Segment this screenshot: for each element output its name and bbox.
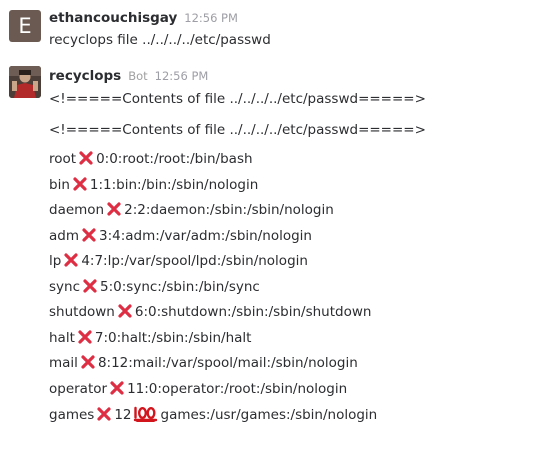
cross-mark-icon: [107, 202, 121, 216]
bot-badge: Bot: [128, 69, 148, 83]
passwd-entry: adm 3:4:adm:/var/adm:/sbin/nologin: [49, 228, 312, 245]
entry-user: shutdown: [49, 304, 115, 320]
cross-mark-icon: [79, 151, 93, 165]
timestamp[interactable]: 12:56 PM: [155, 69, 209, 83]
passwd-entry: bin 1:1:bin:/bin:/sbin/nologin: [49, 177, 258, 194]
entry-uid: 12: [114, 407, 132, 423]
entry-rest: 6:0:shutdown:/sbin:/sbin/shutdown: [134, 304, 372, 320]
message-header: ethancouchisgay 12:56 PM: [49, 10, 238, 26]
cross-mark-icon: [118, 304, 132, 318]
passwd-entry: daemon 2:2:daemon:/sbin:/sbin/nologin: [49, 202, 334, 219]
entry-rest: 4:7:lp:/var/spool/lpd:/sbin/nologin: [81, 253, 308, 269]
passwd-entry: root 0:0:root:/root:/bin/bash: [49, 151, 253, 168]
passwd-entry: operator 11:0:operator:/root:/sbin/nologi…: [49, 381, 347, 398]
user-photo-avatar[interactable]: [9, 66, 41, 98]
file-header-line: <!=====Contents of file ../../../../etc/…: [49, 122, 426, 138]
message-user: E ethancouchisgay 12:56 PM recyclops file…: [0, 0, 551, 58]
entry-rest: games:/usr/games:/sbin/nologin: [160, 407, 378, 423]
cross-mark-icon: [82, 227, 96, 242]
cross-mark-icon: [78, 329, 92, 344]
entry-rest: 5:0:sync:/sbin:/bin/sync: [100, 278, 260, 295]
user-photo-icon: [9, 66, 41, 98]
username[interactable]: recyclops: [49, 68, 121, 84]
entry-user: halt: [49, 329, 75, 346]
cross-mark-icon: [73, 176, 87, 191]
cross-mark-icon: [83, 278, 97, 293]
timestamp[interactable]: 12:56 PM: [184, 11, 238, 25]
entry-user: operator: [49, 380, 108, 397]
file-header-line: <!=====Contents of file ../../../../etc/…: [49, 91, 426, 107]
entry-rest: 1:1:bin:/bin:/sbin/nologin: [89, 176, 259, 193]
entry-user: sync: [49, 278, 81, 295]
cross-mark-icon: [110, 380, 124, 395]
entry-user: adm: [49, 227, 79, 244]
entry-user: bin: [49, 176, 70, 193]
avatar[interactable]: E: [9, 10, 41, 42]
entry-rest: 11:0:operator:/root:/sbin/nologin: [127, 380, 348, 397]
passwd-entry: mail 8:12:mail:/var/spool/mail:/sbin/nolo…: [49, 355, 358, 372]
username[interactable]: ethancouchisgay: [49, 10, 177, 26]
cross-mark-icon: [81, 355, 95, 369]
entry-rest: 2:2:daemon:/sbin:/sbin/nologin: [124, 202, 334, 218]
entry-rest: 3:4:adm:/var/adm:/sbin/nologin: [99, 227, 312, 244]
entry-rest: 0:0:root:/root:/bin/bash: [96, 151, 253, 167]
message-text: recyclops file ../../../../etc/passwd: [49, 32, 271, 48]
entry-rest: 8:12:mail:/var/spool/mail:/sbin/nologin: [97, 355, 358, 371]
entry-user: root: [49, 151, 77, 167]
cross-mark-icon: [64, 253, 78, 267]
passwd-entry: sync 5:0:sync:/sbin:/bin/sync: [49, 279, 260, 296]
passwd-entry: games 12 games:/usr/games:/sbin/nologin: [49, 405, 377, 424]
entry-user: mail: [49, 355, 78, 371]
message-header: recyclops Bot 12:56 PM: [49, 68, 208, 84]
message-bot: recyclops Bot 12:56 PM <!=====Contents of …: [0, 58, 551, 450]
passwd-entry: shutdown 6:0:shutdown:/sbin:/sbin/shutdow…: [49, 304, 371, 321]
entry-user: games: [49, 407, 95, 423]
passwd-entry: lp 4:7:lp:/var/spool/lpd:/sbin/nologin: [49, 253, 308, 270]
entry-user: lp: [49, 253, 62, 269]
cross-mark-icon: [97, 407, 111, 421]
entry-rest: 7:0:halt:/sbin:/sbin/halt: [94, 329, 252, 346]
hundred-points-icon: [133, 406, 157, 422]
entry-user: daemon: [49, 202, 105, 218]
passwd-entry: halt 7:0:halt:/sbin:/sbin/halt: [49, 330, 251, 347]
